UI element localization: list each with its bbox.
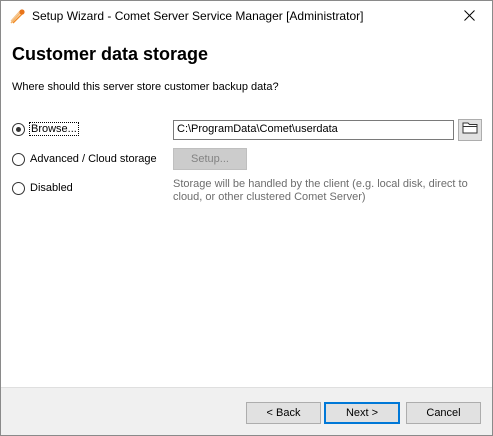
advanced-radio[interactable] <box>12 152 25 166</box>
setup-wizard-window: Setup Wizard - Comet Server Service Mana… <box>0 0 493 436</box>
disabled-radio[interactable] <box>12 181 25 195</box>
option-disabled[interactable]: Disabled <box>12 180 73 196</box>
footer-separator <box>1 387 492 388</box>
close-button[interactable] <box>446 1 492 32</box>
title-bar: Setup Wizard - Comet Server Service Mana… <box>1 1 492 32</box>
disabled-radio-label[interactable]: Disabled <box>30 182 73 194</box>
browse-radio[interactable] <box>12 122 25 136</box>
option-browse[interactable]: Browse... <box>12 121 79 137</box>
page-title: Customer data storage <box>12 44 209 64</box>
close-icon <box>463 8 475 26</box>
page-question: Where should this server store customer … <box>12 81 279 93</box>
disabled-description: Storage will be handled by the client (e… <box>173 178 468 203</box>
cancel-button[interactable]: Cancel <box>406 402 481 424</box>
advanced-radio-label[interactable]: Advanced / Cloud storage <box>30 153 157 165</box>
folder-icon <box>462 121 478 139</box>
browse-radio-label[interactable]: Browse... <box>29 122 79 136</box>
back-button[interactable]: < Back <box>246 402 321 424</box>
browse-folder-button[interactable] <box>458 119 482 141</box>
window-title: Setup Wizard - Comet Server Service Mana… <box>32 9 364 23</box>
option-advanced[interactable]: Advanced / Cloud storage <box>12 151 157 167</box>
wizard-page: Customer data storage Where should this … <box>1 32 492 387</box>
next-button[interactable]: Next > <box>324 402 400 424</box>
comet-app-icon <box>9 8 26 25</box>
storage-path-input[interactable]: C:\ProgramData\Comet\userdata <box>173 120 454 140</box>
setup-button[interactable]: Setup... <box>173 148 247 170</box>
